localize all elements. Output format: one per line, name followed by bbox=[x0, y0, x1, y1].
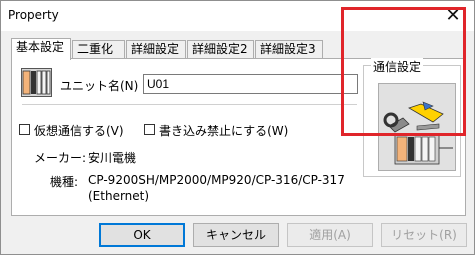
tab-detail-settings-3[interactable]: 詳細設定3 bbox=[255, 40, 323, 58]
comm-settings-legend: 通信設定 bbox=[371, 58, 424, 75]
model-value-line2: (Ethernet) bbox=[88, 189, 150, 203]
unit-name-label: ユニット名(N) : bbox=[60, 79, 147, 93]
virtual-comm-checkbox[interactable] bbox=[19, 124, 30, 135]
tab-redundancy[interactable]: 二重化 bbox=[72, 40, 125, 58]
window-title: Property bbox=[8, 8, 59, 22]
tab-panel-basic: ユニット名(N) : 仮想通信する(V) 書き込み禁止にする(W) メーカー: … bbox=[11, 58, 466, 216]
property-window: Property ✕ 基本設定 二重化 詳細設定 詳細設定2 詳細設定3 ユニッ… bbox=[0, 0, 475, 255]
maker-label: メーカー: bbox=[34, 151, 87, 165]
tab-basic-settings[interactable]: 基本設定 bbox=[11, 38, 71, 60]
separator bbox=[22, 104, 357, 105]
tab-detail-settings-2[interactable]: 詳細設定2 bbox=[187, 40, 254, 58]
ok-button[interactable]: OK bbox=[99, 223, 185, 247]
plc-unit-icon bbox=[21, 68, 52, 97]
model-label: 機種: bbox=[50, 175, 79, 189]
maker-value: 安川電機 bbox=[88, 151, 137, 165]
close-icon[interactable]: ✕ bbox=[442, 5, 464, 27]
reset-button[interactable]: リセット(R) bbox=[381, 223, 467, 247]
write-protect-label[interactable]: 書き込み禁止にする(W) bbox=[159, 122, 288, 139]
title-bar: Property ✕ bbox=[1, 1, 474, 31]
comm-settings-icon bbox=[383, 101, 453, 165]
cancel-button[interactable]: キャンセル bbox=[193, 223, 279, 247]
unit-name-input[interactable] bbox=[143, 74, 358, 94]
model-value: CP-9200SH/MP2000/MP920/CP-316/CP-317 bbox=[88, 173, 345, 187]
virtual-comm-label[interactable]: 仮想通信する(V) bbox=[34, 122, 124, 139]
apply-button[interactable]: 適用(A) bbox=[287, 223, 373, 247]
tab-detail-settings[interactable]: 詳細設定 bbox=[126, 40, 186, 58]
comm-settings-button[interactable] bbox=[378, 83, 456, 171]
comm-settings-group: 通信設定 bbox=[363, 58, 461, 177]
write-protect-checkbox[interactable] bbox=[144, 124, 155, 135]
